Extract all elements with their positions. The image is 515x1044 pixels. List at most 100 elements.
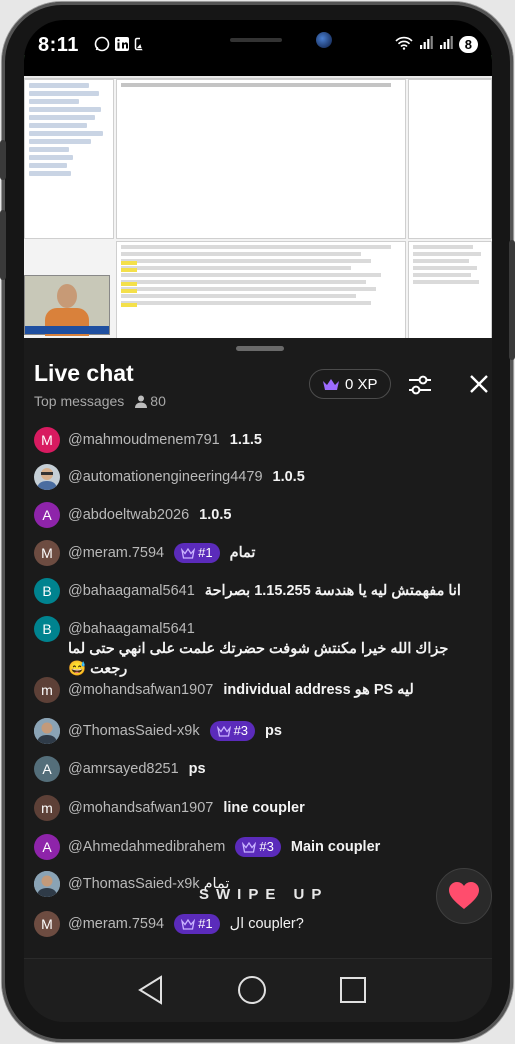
crown-icon <box>216 725 231 737</box>
video-tree-panel <box>24 79 114 239</box>
side-button <box>0 140 6 180</box>
message-text: 1.0.5 <box>272 469 305 485</box>
message-text: تمام <box>229 545 256 561</box>
video-properties-table <box>116 79 406 239</box>
viewer-count: 80 <box>135 393 166 409</box>
chat-message: A @abdoeltwab2026 1.0.5 <box>34 502 486 528</box>
message-author[interactable]: @mohandsafwan1907 <box>68 798 213 818</box>
avatar: B <box>34 578 60 604</box>
chat-message: A @Ahmedahmedibrahem #3 Main coupler <box>34 834 486 860</box>
avatar: B <box>34 616 60 642</box>
signal-icon <box>439 36 453 53</box>
back-button[interactable] <box>134 973 168 1007</box>
crown-icon <box>181 547 196 559</box>
avatar: M <box>34 427 60 453</box>
chat-message: m @mohandsafwan1907 ليه PS هو individual … <box>34 677 486 703</box>
message-author[interactable]: @ThomasSaied-x9k <box>68 874 200 894</box>
avatar: A <box>34 502 60 528</box>
avatar <box>34 871 60 897</box>
crown-icon <box>181 918 196 930</box>
avatar: M <box>34 540 60 566</box>
chat-message: B @bahaagamal5641 جزاك الله خيرا مكنتش شو… <box>34 616 486 679</box>
linkedin-icon <box>114 36 130 55</box>
live-chat-panel: Live chat Top messages 80 0 XP M @mahmou… <box>24 338 492 958</box>
chat-message: @automationengineering4479 1.0.5 <box>34 464 486 490</box>
member-badge: #3 <box>209 721 256 741</box>
video-player[interactable] <box>24 55 492 355</box>
chat-message: M @meram.7594 #1 تمام <box>34 540 486 566</box>
badge-rank: #1 <box>198 545 213 560</box>
message-text: ps <box>188 761 206 777</box>
badge-rank: #3 <box>259 839 274 854</box>
message-author[interactable]: @meram.7594 <box>68 914 164 934</box>
reaction-button[interactable] <box>436 868 492 924</box>
close-icon <box>470 375 488 393</box>
chat-message: B @bahaagamal5641 انا مفهمتش ليه يا هندسة… <box>34 578 486 604</box>
message-author[interactable]: @abdoeltwab2026 <box>68 505 189 525</box>
drag-handle[interactable] <box>236 346 284 351</box>
message-author[interactable]: @meram.7594 <box>68 543 164 563</box>
member-badge: #1 <box>174 543 220 563</box>
battery-indicator: 8 <box>458 36 478 53</box>
message-author[interactable]: @mahmoudmenem791 <box>68 430 220 450</box>
member-badge: #3 <box>235 837 281 857</box>
xp-label: 0 XP <box>345 375 378 393</box>
system-indicators: 8 <box>395 36 478 53</box>
camera-notch <box>140 20 370 62</box>
whatsapp-icon <box>94 36 110 55</box>
message-author[interactable]: @ThomasSaied-x9k <box>68 721 200 741</box>
back-triangle-icon <box>138 975 162 1005</box>
heart-icon <box>449 882 479 909</box>
message-text: ps <box>265 723 282 739</box>
message-text: 1.0.5 <box>199 507 232 523</box>
message-text: 1.1.5 <box>229 432 262 448</box>
avatar: A <box>34 834 60 860</box>
badge-rank: #1 <box>198 916 213 931</box>
message-author[interactable]: @automationengineering4479 <box>68 467 263 487</box>
message-author[interactable]: @bahaagamal5641 <box>68 619 195 639</box>
member-badge: #1 <box>174 914 220 934</box>
video-side-panel <box>408 241 492 341</box>
avatar <box>34 718 60 744</box>
wifi-icon <box>395 36 413 53</box>
filter-settings-button[interactable] <box>406 371 434 399</box>
chat-message: m @mohandsafwan1907 line coupler <box>34 795 486 821</box>
phone-screen: 8:11 8 Live chat Top messages 80 0 XP M … <box>24 20 492 1022</box>
message-author[interactable]: @Ahmedahmedibrahem <box>68 837 225 857</box>
home-circle-icon <box>238 976 266 1004</box>
badge-rank: #3 <box>233 723 249 738</box>
message-author[interactable]: @bahaagamal5641 <box>68 581 195 601</box>
chat-message: M @meram.7594 #1 ال coupler? <box>34 911 486 937</box>
side-button <box>0 210 6 280</box>
chat-message: A @amrsayed8251 ps <box>34 756 486 782</box>
recents-button[interactable] <box>336 973 370 1007</box>
message-text: Main coupler <box>290 839 381 855</box>
avatar: A <box>34 756 60 782</box>
webcam-overlay <box>24 275 110 336</box>
message-text: line coupler <box>223 800 305 816</box>
avatar: m <box>34 795 60 821</box>
chat-message: M @mahmoudmenem791 1.1.5 <box>34 427 486 453</box>
message-text: ال coupler? <box>229 916 304 932</box>
message-text: ليه PS هو individual address <box>223 682 414 698</box>
crown-icon <box>242 841 257 853</box>
avatar: m <box>34 677 60 703</box>
android-navigation-bar <box>24 958 492 1022</box>
signal-icon <box>419 36 433 53</box>
video-properties-panel <box>408 79 492 239</box>
xp-button[interactable]: 0 XP <box>309 369 391 399</box>
crown-icon <box>323 378 339 390</box>
chat-mode-selector[interactable]: Top messages 80 <box>34 393 166 409</box>
viewer-count-value: 80 <box>150 393 166 409</box>
status-bar: 8:11 8 <box>24 20 492 76</box>
message-author[interactable]: @amrsayed8251 <box>68 759 179 779</box>
video-group-table <box>116 241 406 341</box>
home-button[interactable] <box>235 973 269 1007</box>
message-author[interactable]: @mohandsafwan1907 <box>68 680 213 700</box>
message-text: انا مفهمتش ليه يا هندسة 1.15.255 بصراحة <box>204 583 461 599</box>
chat-mode-label: Top messages <box>34 393 125 409</box>
person-icon <box>135 395 148 408</box>
close-button[interactable] <box>466 371 492 397</box>
avatar: M <box>34 911 60 937</box>
message-text: جزاك الله خيرا مكنتش شوفت حضرتك علمت على… <box>68 641 449 677</box>
